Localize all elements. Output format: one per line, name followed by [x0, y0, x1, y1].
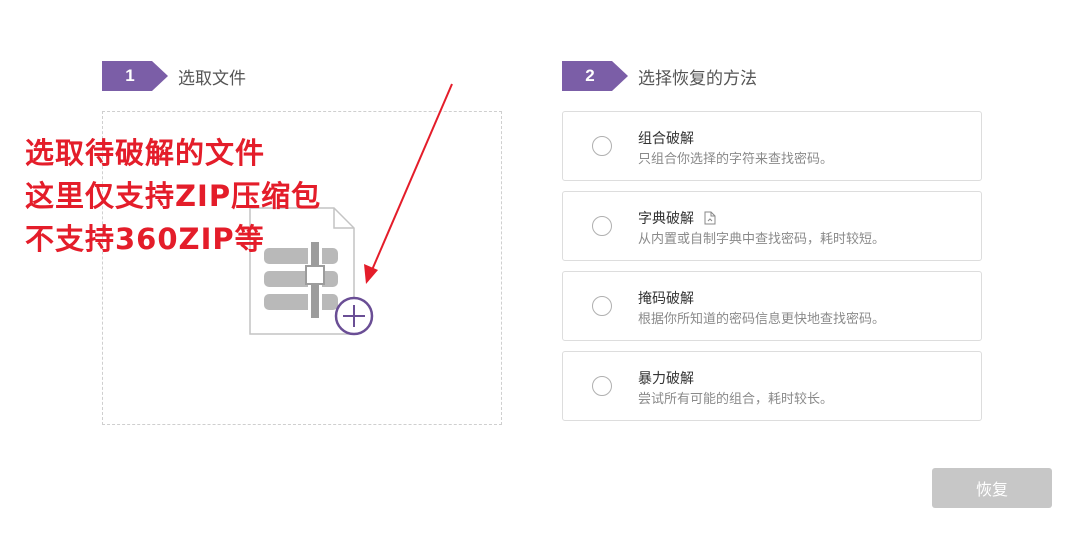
step-2-badge: 2: [562, 61, 628, 91]
radio-brute-force[interactable]: [592, 376, 612, 396]
method-option-dictionary[interactable]: 字典破解 从内置或自制字典中查找密码，耗时较短。: [562, 191, 982, 261]
method-name-text: 暴力破解: [638, 371, 694, 387]
method-name-text: 组合破解: [638, 131, 694, 147]
method-desc: 尝试所有可能的组合，耗时较长。: [638, 392, 834, 407]
method-option-combination[interactable]: 组合破解 只组合你选择的字符来查找密码。: [562, 111, 982, 181]
radio-mask[interactable]: [592, 296, 612, 316]
method-name-text: 字典破解: [638, 211, 694, 227]
recover-button[interactable]: 恢复: [932, 468, 1052, 508]
step-1-title: 选取文件: [178, 68, 246, 89]
radio-dictionary[interactable]: [592, 216, 612, 236]
step-1-badge: 1: [102, 61, 168, 91]
method-name: 掩码破解: [638, 288, 694, 308]
document-icon[interactable]: [704, 211, 716, 225]
zip-file-add-icon[interactable]: [248, 206, 376, 338]
method-desc: 只组合你选择的字符来查找密码。: [638, 152, 834, 167]
annotation-line-2: 这里仅支持ZIP压缩包: [25, 179, 322, 213]
method-name: 字典破解: [638, 208, 716, 228]
method-option-brute-force[interactable]: 暴力破解 尝试所有可能的组合，耗时较长。: [562, 351, 982, 421]
method-option-mask[interactable]: 掩码破解 根据你所知道的密码信息更快地查找密码。: [562, 271, 982, 341]
method-name-text: 掩码破解: [638, 291, 694, 307]
annotation-line-1: 选取待破解的文件: [25, 136, 266, 170]
step-2-header: 2 选择恢复的方法: [562, 61, 757, 91]
method-name: 组合破解: [638, 128, 694, 148]
annotation-line-3: 不支持360ZIP等: [25, 222, 265, 256]
radio-combination[interactable]: [592, 136, 612, 156]
method-desc: 从内置或自制字典中查找密码，耗时较短。: [638, 232, 886, 247]
step-1-header: 1 选取文件: [102, 61, 246, 91]
step-2-title: 选择恢复的方法: [638, 68, 757, 89]
method-name: 暴力破解: [638, 368, 694, 388]
app-root: 1 选取文件 2 选择恢复的方法 选取待破解的文件 这里仅支持ZIP压缩包 不支…: [0, 0, 1068, 538]
method-desc: 根据你所知道的密码信息更快地查找密码。: [638, 312, 886, 327]
